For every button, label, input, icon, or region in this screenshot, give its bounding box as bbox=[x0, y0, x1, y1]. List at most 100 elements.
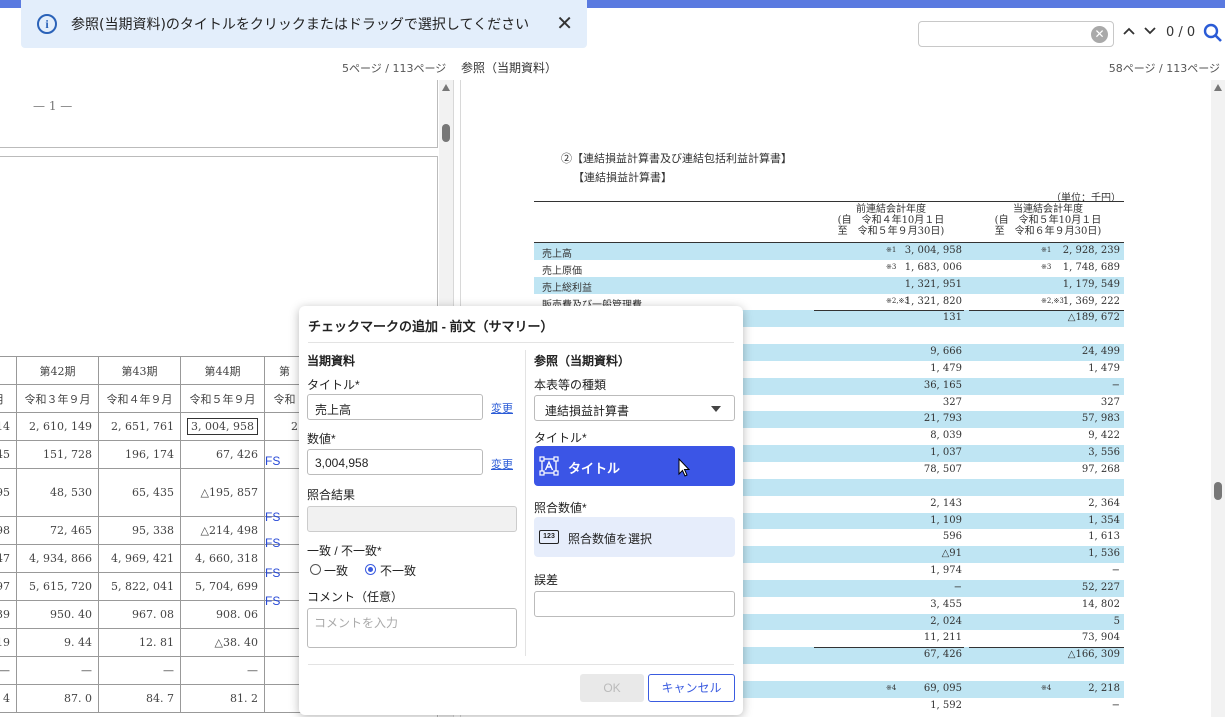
table-cell: 047 bbox=[0, 544, 17, 573]
table-cell: 145 bbox=[0, 440, 17, 469]
cell-value[interactable]: 3, 004, 958 bbox=[187, 418, 258, 435]
doctype-selected-value: 連結損益計算書 bbox=[545, 404, 630, 418]
cell-value: 196, 174 bbox=[125, 448, 174, 461]
cell-value: 967. 08 bbox=[132, 608, 174, 621]
cell-value: — bbox=[163, 664, 174, 677]
table-cell: 第42期 bbox=[16, 356, 99, 385]
right-scrollbar[interactable] bbox=[1211, 80, 1225, 717]
fs-marker[interactable]: FS bbox=[265, 454, 280, 468]
cell-value: 第43期 bbox=[121, 364, 158, 378]
table-cell: — bbox=[180, 656, 265, 685]
chevron-down-icon[interactable] bbox=[1143, 24, 1157, 38]
table-top-rule bbox=[534, 201, 1124, 202]
table-cell: 395 bbox=[0, 468, 17, 517]
clear-search-icon[interactable]: ✕ bbox=[1091, 26, 1108, 43]
title-field[interactable]: 売上高 bbox=[307, 394, 483, 420]
close-icon[interactable]: ✕ bbox=[556, 13, 573, 33]
chevron-up-icon[interactable] bbox=[1122, 24, 1136, 38]
cell-value: 151, 728 bbox=[43, 448, 92, 461]
row-value: 3, 556 bbox=[1088, 447, 1120, 459]
table-cell: 9 月 bbox=[0, 384, 17, 413]
value-field[interactable]: 3,004,958 bbox=[307, 449, 483, 475]
cell-value: — bbox=[0, 664, 10, 677]
instruction-banner: i 参照(当期資料)のタイトルをクリックまたはドラッグで選択してください ✕ bbox=[21, 0, 587, 48]
table-cell: 397 bbox=[0, 572, 17, 601]
cell-value: 第42期 bbox=[39, 364, 76, 378]
row-value: 78, 507 bbox=[923, 463, 962, 475]
error-label: 誤差 bbox=[534, 573, 559, 587]
row-value: − bbox=[1111, 699, 1120, 711]
comment-input[interactable]: コメントを入力 bbox=[307, 608, 517, 648]
cell-value: 95, 338 bbox=[132, 524, 174, 537]
table-cell: . 19 bbox=[0, 628, 17, 657]
doctype-select[interactable]: 連結損益計算書 bbox=[534, 395, 735, 421]
row-value: 1, 592 bbox=[930, 699, 962, 711]
row-label: 売上原価 bbox=[542, 265, 582, 277]
row-value: 1, 109 bbox=[930, 514, 962, 526]
mismatch-radio[interactable] bbox=[365, 564, 376, 575]
change-title-link[interactable]: 変更 bbox=[491, 400, 513, 416]
error-field[interactable] bbox=[534, 591, 735, 617]
table-cell: 81. 2 bbox=[180, 684, 265, 713]
scroll-up-arrow[interactable] bbox=[1214, 84, 1222, 91]
cell-value: 2, 651, 761 bbox=[111, 420, 174, 433]
fs-marker[interactable]: FS bbox=[265, 566, 280, 580]
search-icon[interactable] bbox=[1203, 23, 1223, 43]
row-value: △166, 309 bbox=[1067, 649, 1120, 661]
table-cell: 514 bbox=[0, 412, 17, 441]
change-value-link[interactable]: 変更 bbox=[491, 456, 513, 472]
cell-value: △214, 498 bbox=[200, 524, 258, 537]
table-row: 期 第42期 第43期 第44期 第 bbox=[0, 356, 305, 385]
cell-value: 令和４年９月 bbox=[106, 392, 173, 406]
caret-down-icon bbox=[711, 406, 721, 412]
search-input[interactable] bbox=[918, 21, 1114, 47]
table-cell: 3, 004, 958 bbox=[180, 412, 265, 441]
cancel-button[interactable]: キャンセル bbox=[648, 674, 735, 702]
table-cell: . 39 bbox=[0, 600, 17, 629]
financial-summary-table: 期 第42期 第43期 第44期 第 9 月 令和３年９月 令和４年９月 令和５年９月 令和 514… bbox=[0, 356, 305, 713]
row-value: 52, 227 bbox=[1081, 581, 1120, 593]
table-cell: 151, 728 bbox=[16, 440, 99, 469]
right-pane-label: 参照（当期資料） bbox=[461, 61, 558, 75]
statement-row[interactable]: 売上高 ※1 3, 004, 958 ※1 2, 928, 239 bbox=[534, 243, 1124, 260]
scroll-thumb[interactable] bbox=[442, 124, 450, 142]
fs-marker[interactable]: FS bbox=[265, 510, 280, 524]
row-label: 売上高 bbox=[542, 249, 572, 260]
row-value: 2, 024 bbox=[930, 615, 962, 627]
select-title-button-label: タイトル bbox=[568, 461, 621, 476]
cell-value: 7. 4 bbox=[0, 692, 10, 705]
scroll-up-arrow[interactable] bbox=[442, 84, 450, 91]
match-label: 一致 / 不一致* bbox=[307, 544, 382, 558]
table-cell: 950. 40 bbox=[16, 600, 99, 629]
row-value: 5 bbox=[1113, 615, 1120, 627]
scroll-thumb[interactable] bbox=[1214, 482, 1222, 500]
fs-marker[interactable]: FS bbox=[265, 594, 280, 608]
select-title-button[interactable]: タイトル bbox=[534, 446, 735, 486]
cell-value: 第44期 bbox=[204, 364, 241, 378]
cell-value: 298 bbox=[0, 524, 10, 537]
cell-value: . 19 bbox=[0, 636, 10, 649]
table-cell: △214, 498 bbox=[180, 516, 265, 545]
table-cell: 4, 969, 421 bbox=[98, 544, 181, 573]
fs-marker[interactable]: FS bbox=[265, 536, 280, 550]
row-value: △91 bbox=[941, 548, 962, 560]
table-cell: 196, 174 bbox=[98, 440, 181, 469]
cell-value: — bbox=[81, 664, 92, 677]
table-cell: 第44期 bbox=[180, 356, 265, 385]
statement-row[interactable]: 売上原価 ※3 1, 683, 006 ※3 1, 748, 689 bbox=[534, 260, 1124, 277]
select-ref-value-button-label: 照合数値を選択 bbox=[568, 532, 653, 546]
row-value: 1, 321, 951 bbox=[904, 278, 962, 290]
search-result-count: 0 / 0 bbox=[1166, 25, 1196, 40]
table-cell: 67, 426 bbox=[180, 440, 265, 469]
match-radio[interactable] bbox=[310, 564, 321, 575]
select-ref-value-button[interactable]: 123 照合数値を選択 bbox=[534, 517, 735, 557]
doctype-label: 本表等の種類 bbox=[534, 378, 607, 392]
cell-value: 2 bbox=[290, 420, 298, 433]
add-checkmark-dialog: チェックマークの追加 - 前文（サマリー） 当期資料 タイトル* 売上高 変更 … bbox=[299, 306, 743, 715]
cell-value: — bbox=[246, 664, 258, 677]
ok-button[interactable]: OK bbox=[580, 674, 644, 702]
statement-row[interactable]: 売上総利益 1, 321, 951 1, 179, 549 bbox=[534, 276, 1124, 294]
cell-value: 5, 615, 720 bbox=[29, 580, 92, 593]
column-header-line: (自 令和４年10月１日 bbox=[837, 215, 945, 226]
cell-value: 4, 660, 318 bbox=[195, 552, 258, 565]
